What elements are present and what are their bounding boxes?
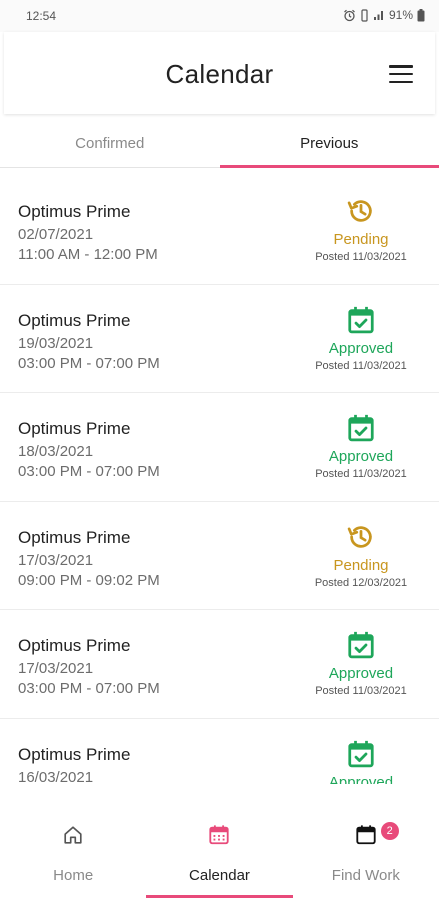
booking-row[interactable]: Optimus Prime 02/07/2021 11:00 AM - 12:0… bbox=[0, 176, 439, 285]
status-label: Pending bbox=[333, 231, 389, 248]
status-icons: 91% bbox=[343, 8, 425, 22]
history-icon bbox=[347, 525, 372, 548]
nav-find-work[interactable]: 2 Find Work bbox=[293, 806, 439, 900]
booking-status: Approved bbox=[301, 739, 421, 785]
status-label: Approved bbox=[328, 665, 394, 682]
booking-time: 03:00 PM - 07:00 PM bbox=[18, 680, 160, 697]
booking-status: Approved Posted 11/03/2021 bbox=[301, 413, 421, 480]
calendar-check-icon bbox=[348, 306, 374, 333]
booking-status: Pending Posted 12/03/2021 bbox=[301, 522, 421, 589]
booking-date: 17/03/2021 bbox=[18, 551, 94, 569]
nav-home-label: Home bbox=[53, 867, 94, 884]
nav-calendar-label: Calendar bbox=[189, 867, 250, 884]
booking-row[interactable]: Optimus Prime 16/03/2021 Approved bbox=[0, 719, 439, 785]
booking-name: Optimus Prime bbox=[18, 527, 131, 547]
menu-button[interactable] bbox=[389, 65, 413, 83]
bottom-navigation: Home Calendar 2 Find Work bbox=[0, 806, 439, 900]
page-title: Calendar bbox=[165, 59, 274, 89]
booking-list[interactable]: Optimus Prime 02/07/2021 11:00 AM - 12:0… bbox=[0, 176, 439, 784]
booking-name: Optimus Prime bbox=[18, 636, 131, 655]
tab-bar: Confirmed Previous bbox=[0, 118, 439, 168]
booking-status: Approved Posted 11/03/2021 bbox=[301, 305, 421, 372]
booking-time: 03:00 PM - 07:00 PM bbox=[18, 463, 160, 480]
booking-name: Optimus Prime bbox=[18, 202, 131, 221]
menu-icon-bar bbox=[389, 72, 413, 76]
posted-date: Posted 12/03/2021 bbox=[314, 576, 408, 589]
booking-row[interactable]: Optimus Prime 17/03/2021 03:00 PM - 07:0… bbox=[0, 610, 439, 719]
booking-date: 16/03/2021 bbox=[18, 768, 94, 785]
history-icon bbox=[347, 200, 372, 222]
calendar-check-icon bbox=[348, 631, 374, 659]
posted-date: Posted 11/03/2021 bbox=[315, 468, 407, 480]
status-label: Approved bbox=[328, 339, 394, 357]
alarm-icon bbox=[343, 9, 356, 22]
status-time: 12:54 bbox=[26, 9, 57, 23]
booking-time: 11:00 AM - 12:00 PM bbox=[18, 246, 158, 263]
vibrate-icon bbox=[360, 8, 369, 22]
status-label: Pending bbox=[333, 556, 389, 574]
booking-date: 02/07/2021 bbox=[18, 226, 94, 243]
nav-home[interactable]: Home bbox=[0, 806, 146, 900]
booking-row[interactable]: Optimus Prime 18/03/2021 03:00 PM - 07:0… bbox=[0, 393, 439, 502]
nav-calendar[interactable]: Calendar bbox=[146, 806, 293, 900]
booking-name: Optimus Prime bbox=[18, 744, 131, 764]
status-bar: 12:54 91% bbox=[0, 0, 439, 32]
tab-previous[interactable]: Previous bbox=[219, 118, 439, 168]
menu-icon-bar bbox=[389, 80, 413, 83]
notification-badge: 2 bbox=[380, 822, 399, 840]
calendar-icon bbox=[209, 825, 230, 845]
calendar-check-icon bbox=[348, 414, 374, 442]
tab-confirmed[interactable]: Confirmed bbox=[0, 118, 220, 167]
calendar-icon bbox=[356, 825, 376, 845]
booking-row[interactable]: Optimus Prime 17/03/2021 09:00 PM - 09:0… bbox=[0, 502, 439, 610]
calendar-check-icon bbox=[348, 740, 374, 767]
booking-date: 17/03/2021 bbox=[18, 660, 94, 677]
posted-date: Posted 11/03/2021 bbox=[315, 359, 407, 372]
posted-date: Posted 11/03/2021 bbox=[315, 251, 407, 263]
signal-icon bbox=[373, 9, 385, 21]
battery-icon bbox=[417, 8, 425, 22]
nav-find-work-label: Find Work bbox=[331, 867, 400, 884]
booking-status: Pending Posted 11/03/2021 bbox=[301, 196, 421, 263]
booking-name: Optimus Prime bbox=[18, 419, 131, 438]
status-label: Approved bbox=[328, 773, 394, 785]
menu-icon-bar bbox=[389, 65, 413, 68]
booking-status: Approved Posted 11/03/2021 bbox=[301, 630, 421, 697]
booking-time: 09:00 PM - 09:02 PM bbox=[18, 571, 160, 589]
booking-date: 18/03/2021 bbox=[18, 443, 94, 460]
battery-level: 91% bbox=[388, 8, 413, 22]
booking-name: Optimus Prime bbox=[18, 310, 131, 330]
home-icon bbox=[64, 826, 82, 844]
booking-date: 19/03/2021 bbox=[18, 334, 94, 352]
booking-time: 03:00 PM - 07:00 PM bbox=[18, 354, 160, 372]
app-header: Calendar bbox=[4, 32, 435, 114]
status-label: Approved bbox=[328, 448, 394, 465]
booking-row[interactable]: Optimus Prime 19/03/2021 03:00 PM - 07:0… bbox=[0, 285, 439, 393]
posted-date: Posted 11/03/2021 bbox=[315, 685, 407, 697]
